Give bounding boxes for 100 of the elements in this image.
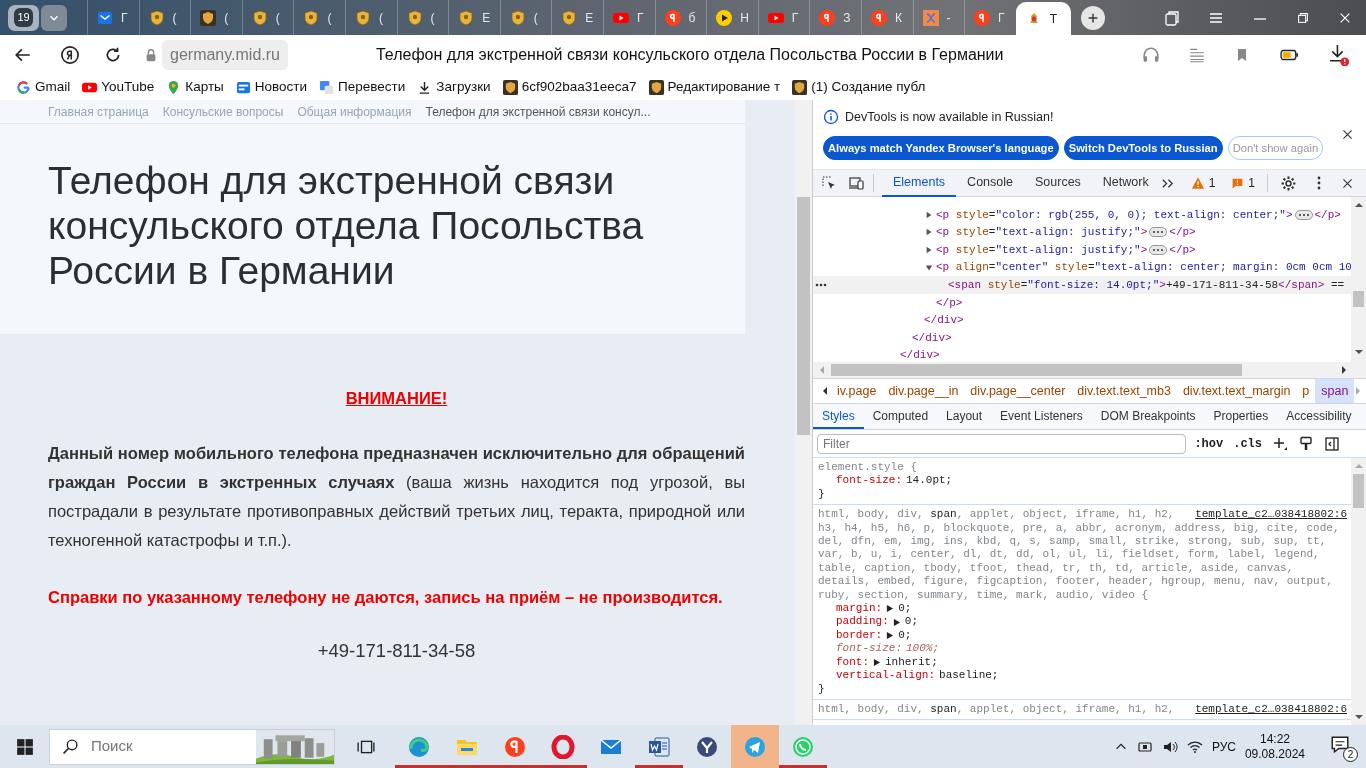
language-indicator[interactable]: РУС: [1211, 737, 1236, 756]
bookmark-link[interactable]: Редактирование т: [648, 77, 781, 98]
search-box[interactable]: Поиск: [49, 728, 335, 765]
breadcrumb-item[interactable]: iv.page: [831, 379, 883, 403]
scrollbar[interactable]: [1351, 197, 1366, 362]
notification-button[interactable]: 2: [1330, 733, 1356, 760]
close-icon[interactable]: [1341, 128, 1354, 141]
headphones-icon[interactable]: [1142, 46, 1160, 64]
expanded-arrow-icon[interactable]: [925, 263, 933, 272]
sidebar-tab[interactable]: Computed: [863, 404, 938, 429]
inspect-icon[interactable]: [821, 175, 837, 191]
settings-icon[interactable]: [1280, 174, 1297, 192]
restore-icon[interactable]: [1296, 10, 1310, 25]
ellipsis-icon[interactable]: [1149, 245, 1168, 255]
breadcrumb-item[interactable]: span: [1315, 379, 1355, 403]
dom-node[interactable]: <p style="color: rgb(255, 0, 0); text-align: center;">: [936, 206, 1293, 224]
dom-node[interactable]: <p style="text-align: justify;">: [936, 224, 1148, 241]
scrollbar-thumb[interactable]: [797, 197, 810, 435]
device-icon[interactable]: [849, 175, 865, 191]
css-value[interactable]: 100%;: [906, 642, 940, 656]
browser-tab[interactable]: Т: [1015, 2, 1071, 35]
sidebar-tab[interactable]: Properties: [1204, 404, 1278, 429]
bookmark-link[interactable]: Gmail: [16, 77, 71, 98]
css-value[interactable]: 0;: [904, 615, 918, 629]
sidebar-tab[interactable]: Layout: [937, 404, 992, 429]
css-property[interactable]: padding:: [836, 615, 889, 629]
panel-tab[interactable]: Network: [1091, 169, 1160, 197]
scroll-right-icon[interactable]: [1340, 365, 1348, 375]
scroll-left-icon[interactable]: [821, 386, 829, 396]
css-property[interactable]: font-size:: [836, 642, 902, 656]
panel-tab[interactable]: Console: [956, 169, 1024, 197]
scrollbar-thumb[interactable]: [1353, 291, 1364, 307]
reload-icon[interactable]: [104, 46, 122, 64]
css-property[interactable]: margin:: [836, 602, 883, 616]
css-property[interactable]: font-size:: [836, 474, 902, 488]
bookmark-link[interactable]: 6cf902baa31eeca7: [502, 77, 637, 98]
css-value[interactable]: 0;: [898, 628, 912, 643]
scroll-up-icon[interactable]: [1353, 201, 1364, 209]
clock-time[interactable]: 14:22: [1244, 731, 1305, 747]
scroll-down-icon[interactable]: [1353, 348, 1364, 356]
logo-icon[interactable]: [60, 45, 80, 65]
tab-counter-button[interactable]: 19: [8, 4, 39, 31]
issue-count[interactable]: 1: [1248, 174, 1255, 192]
css-value[interactable]: inherit;: [885, 655, 938, 670]
breadcrumb-item[interactable]: p: [1296, 379, 1316, 403]
clock-date[interactable]: 09.08.2024: [1244, 746, 1305, 762]
source-link[interactable]: template_c2…038418802:6: [1189, 508, 1347, 522]
filter-field[interactable]: Filter: [817, 433, 1187, 454]
collapsed-arrow-icon[interactable]: [925, 246, 933, 254]
collapsed-arrow-icon[interactable]: [925, 210, 933, 219]
sidebar-tab[interactable]: Event Listeners: [991, 404, 1092, 429]
infobar-button[interactable]: Always match Yandex Browser's language: [823, 135, 1059, 160]
back-icon[interactable]: [14, 46, 32, 64]
bookmark-link[interactable]: Карты: [166, 77, 224, 98]
panel-tab[interactable]: Elements: [882, 169, 957, 197]
collections-icon[interactable]: [1164, 9, 1180, 26]
search-field[interactable]: Поиск: [89, 734, 239, 759]
warning-count[interactable]: 1: [1208, 174, 1216, 192]
start-icon[interactable]: [16, 737, 34, 756]
breadcrumb-item[interactable]: div.page__center: [964, 379, 1072, 403]
ellipsis-icon[interactable]: [1149, 227, 1168, 238]
breadcrumb-item[interactable]: div.text.text_mb3: [1071, 379, 1177, 403]
new-tab-button[interactable]: [1080, 5, 1105, 30]
bookmark-link[interactable]: YouTube: [82, 77, 155, 98]
breadcrumb-item[interactable]: div.page__in: [882, 379, 965, 403]
sidebar-toggle-icon[interactable]: [1324, 435, 1340, 452]
dom-node[interactable]: <p style="text-align: justify;">: [936, 241, 1148, 259]
class-toggle[interactable]: .cls: [1233, 434, 1262, 453]
css-property[interactable]: vertical-align:: [836, 669, 936, 683]
css-value[interactable]: 14.0pt;: [906, 474, 953, 488]
bookmark-link[interactable]: Новости: [235, 77, 308, 98]
dom-node[interactable]: <p align="center" style="text-align: center; margin: 0cm 0cm 10: [936, 259, 1351, 276]
hover-toggle[interactable]: :hov: [1194, 434, 1224, 453]
tabs-menu-button[interactable]: [41, 4, 67, 31]
collapsed-arrow-icon[interactable]: [925, 228, 933, 237]
scroll-down-icon[interactable]: [1353, 713, 1364, 721]
reader-icon[interactable]: [1188, 46, 1206, 64]
url-field[interactable]: germany.mid.ru: [162, 40, 288, 70]
bookmark-link[interactable]: (1) Создание публ: [792, 77, 926, 98]
expand-arrow-icon[interactable]: [873, 657, 881, 667]
scrollbar[interactable]: [813, 362, 1366, 378]
css-value[interactable]: 0;: [898, 602, 912, 616]
paint-icon[interactable]: [1298, 435, 1314, 452]
source-link[interactable]: template_c2…038418802:6: [1189, 702, 1347, 717]
new-rule-icon[interactable]: [1272, 435, 1288, 452]
close-icon[interactable]: [1341, 176, 1354, 190]
panel-tab[interactable]: Sources: [1024, 169, 1092, 197]
scrollbar-thumb[interactable]: [1353, 474, 1364, 508]
download-icon[interactable]: [1328, 44, 1350, 66]
ellipsis-icon[interactable]: [1294, 209, 1313, 220]
css-value[interactable]: baseline;: [939, 669, 999, 683]
scrollbar-thumb[interactable]: [831, 364, 1242, 376]
css-property[interactable]: font:: [836, 655, 869, 670]
bookmark-link[interactable]: Перевести: [319, 77, 406, 98]
css-property[interactable]: border:: [836, 628, 883, 643]
sidebar-tab[interactable]: Accessibility: [1277, 404, 1361, 429]
breadcrumb-item[interactable]: div.text.text_margin: [1176, 379, 1297, 403]
sidebar-tab[interactable]: Styles: [813, 404, 864, 429]
infobar-button[interactable]: Switch DevTools to Russian: [1063, 135, 1223, 160]
scrollbar[interactable]: [1351, 458, 1366, 725]
